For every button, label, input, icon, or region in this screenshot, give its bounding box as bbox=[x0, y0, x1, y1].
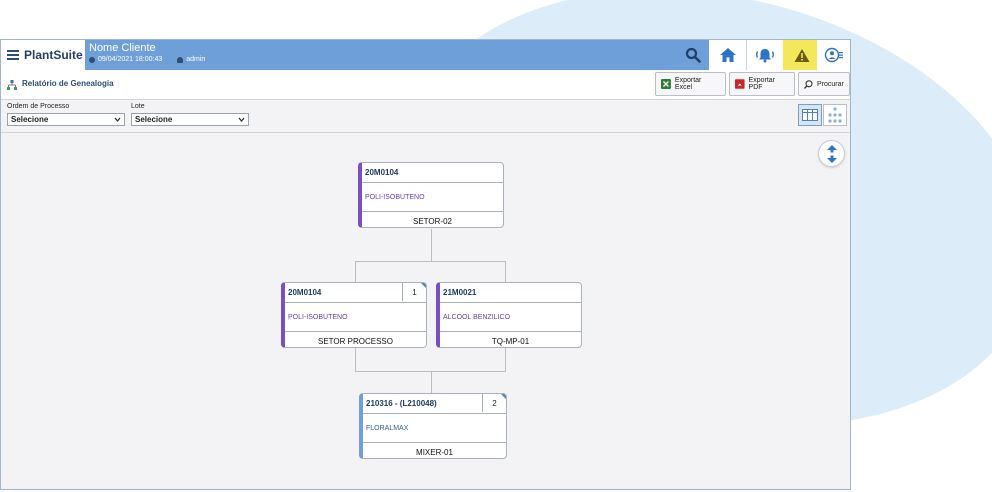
bell-icon bbox=[756, 49, 774, 63]
search-icon[interactable] bbox=[685, 47, 701, 63]
export-pdf-label: Exportar PDF bbox=[748, 77, 776, 91]
home-button[interactable] bbox=[709, 40, 746, 70]
tree-icon bbox=[7, 80, 17, 90]
top-bar: PlantSuite Nome Cliente 09/04/2021 18:00… bbox=[1, 40, 850, 70]
client-name: Nome Cliente bbox=[89, 42, 156, 54]
alerts-button[interactable] bbox=[783, 40, 820, 70]
profile-list-icon bbox=[824, 47, 843, 63]
clock-icon bbox=[89, 56, 95, 63]
user-icon bbox=[177, 56, 184, 63]
app-window: PlantSuite Nome Cliente 09/04/2021 18:00… bbox=[0, 39, 851, 490]
node-product: POLI-ISOBUTENO bbox=[288, 314, 348, 321]
node-lot-id: 21M0021 bbox=[443, 288, 477, 297]
order-select[interactable]: Selecione bbox=[7, 113, 125, 126]
search-label: Procurar bbox=[817, 80, 844, 88]
notifications-button[interactable] bbox=[746, 40, 783, 70]
lot-select-value: Selecione bbox=[135, 115, 173, 124]
genealogy-node[interactable]: 210316 - (L210048) 2 FLORALMAX MIXER-01 bbox=[359, 393, 507, 459]
connector-line bbox=[355, 348, 356, 371]
menu-icon[interactable] bbox=[7, 48, 19, 62]
export-pdf-button[interactable]: Exportar PDF bbox=[729, 72, 795, 96]
connector-line bbox=[505, 261, 506, 282]
magnifier-icon bbox=[804, 79, 813, 89]
table-view-toggle[interactable] bbox=[798, 104, 822, 126]
chevron-down-icon bbox=[114, 117, 121, 122]
table-view-icon bbox=[802, 109, 818, 121]
logo-area: PlantSuite bbox=[1, 40, 85, 70]
genealogy-node[interactable]: 20M0104 POLI-ISOBUTENO SETOR-02 bbox=[358, 162, 504, 228]
search-button[interactable]: Procurar bbox=[798, 72, 850, 96]
connector-line bbox=[355, 261, 356, 282]
node-product: FLORALMAX bbox=[366, 425, 409, 432]
chevron-down-icon bbox=[238, 117, 245, 122]
node-lot-id: 20M0104 bbox=[365, 168, 399, 177]
node-lot-id: 210316 - (L210048) bbox=[366, 399, 437, 408]
connector-line bbox=[431, 229, 432, 261]
username: admin bbox=[186, 56, 206, 63]
genealogy-canvas: 20M0104 POLI-ISOBUTENO SETOR-02 20M0104 … bbox=[1, 133, 850, 489]
connector-line bbox=[505, 348, 506, 371]
export-excel-button[interactable]: Exportar Excel bbox=[655, 72, 726, 96]
connector-line bbox=[431, 371, 432, 393]
expand-vertical-icon bbox=[826, 144, 837, 163]
graph-view-toggle[interactable] bbox=[823, 104, 847, 126]
app-logo: PlantSuite bbox=[24, 48, 83, 62]
pdf-icon bbox=[735, 79, 745, 89]
connector-line bbox=[355, 261, 506, 262]
node-child-count: 1 bbox=[402, 283, 426, 301]
filter-bar: Ordem de Processo Selecione Lote Selecio… bbox=[1, 100, 850, 133]
genealogy-node[interactable]: 20M0104 1 POLI-ISOBUTENO SETOR PROCESSO bbox=[281, 282, 427, 348]
node-equipment: TQ-MP-01 bbox=[491, 337, 530, 346]
node-child-count: 2 bbox=[482, 394, 506, 412]
node-lot-id: 20M0104 bbox=[288, 288, 322, 297]
warning-icon bbox=[794, 48, 809, 62]
order-label: Ordem de Processo bbox=[7, 103, 70, 110]
node-equipment: SETOR PROCESSO bbox=[318, 337, 393, 346]
profile-button[interactable] bbox=[817, 40, 850, 70]
home-icon bbox=[719, 48, 736, 62]
genealogy-node[interactable]: 21M0021 ALCOOL BENZILICO TQ-MP-01 bbox=[436, 282, 582, 348]
expand-collapse-button[interactable] bbox=[818, 140, 845, 167]
lot-label: Lote bbox=[131, 103, 145, 110]
excel-icon bbox=[661, 79, 671, 89]
node-equipment: MIXER-01 bbox=[416, 448, 453, 457]
page-title: Relatório de Genealogia bbox=[22, 79, 114, 88]
node-equipment: SETOR-02 bbox=[413, 217, 452, 226]
order-select-value: Selecione bbox=[11, 115, 49, 124]
graph-view-icon bbox=[828, 107, 842, 123]
datetime: 09/04/2021 18:00:43 bbox=[98, 56, 163, 63]
node-product: ALCOOL BENZILICO bbox=[443, 314, 511, 321]
page-header: Relatório de Genealogia Exportar Excel E… bbox=[1, 70, 850, 100]
client-info: Nome Cliente 09/04/2021 18:00:43 admin bbox=[89, 42, 205, 63]
export-excel-label: Exportar Excel bbox=[674, 77, 702, 91]
lot-select[interactable]: Selecione bbox=[131, 113, 249, 126]
node-product: POLI-ISOBUTENO bbox=[365, 194, 425, 201]
